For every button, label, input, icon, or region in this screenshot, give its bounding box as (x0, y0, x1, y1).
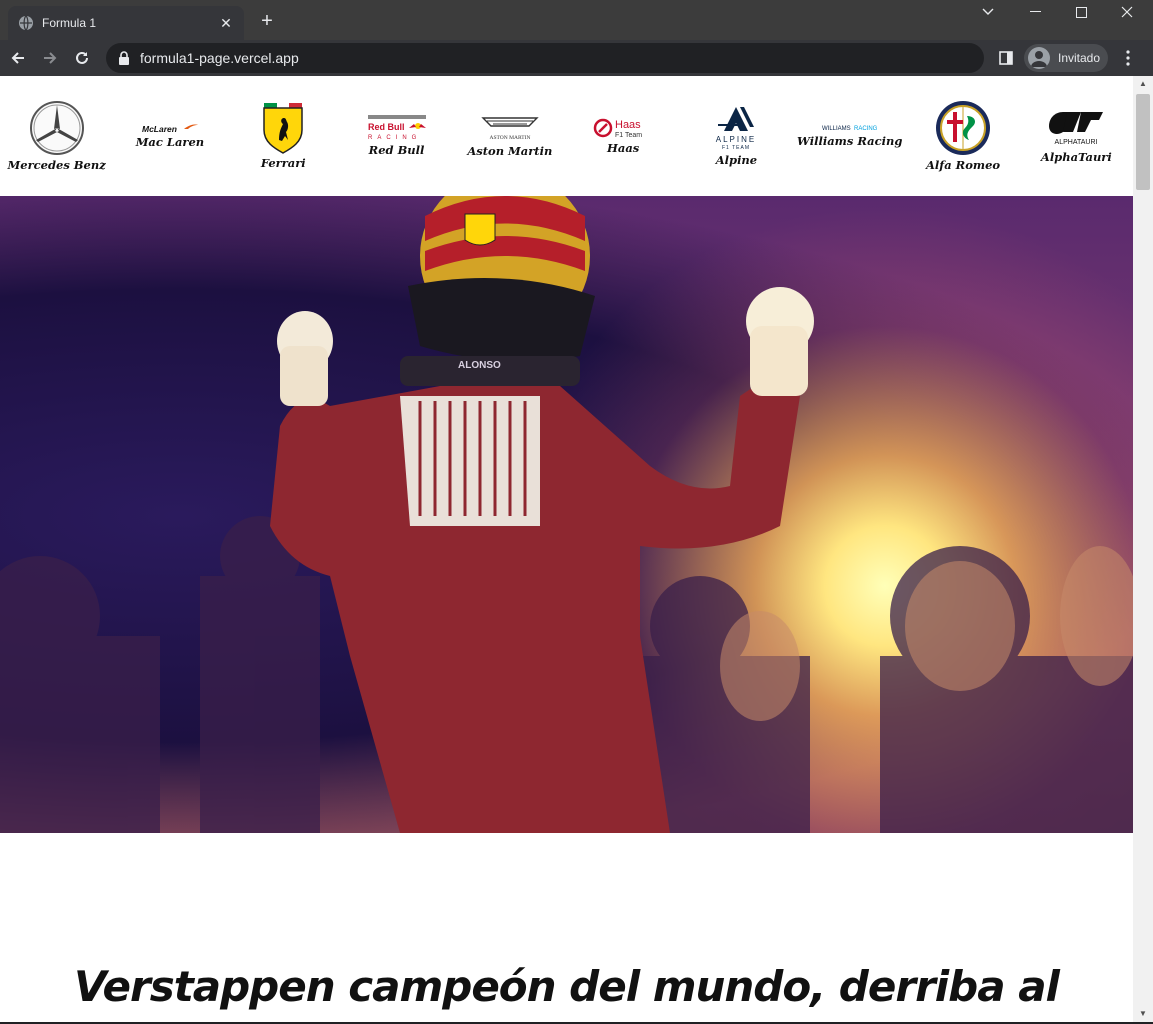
team-name: Aston Martin (467, 144, 553, 158)
svg-text:RACING: RACING (368, 135, 421, 141)
teams-nav: Mercedes Benz McLaren Mac Laren Ferrari … (0, 76, 1133, 196)
williams-logo: WILLIAMS RACING (820, 124, 880, 132)
svg-text:ALONSO: ALONSO (458, 360, 501, 371)
scroll-down-arrow-icon[interactable]: ▼ (1133, 1006, 1153, 1022)
team-alpine[interactable]: ALPINE F1 TEAM Alpine (680, 76, 793, 196)
team-name: Ferrari (260, 156, 306, 170)
svg-text:WILLIAMS: WILLIAMS (822, 126, 851, 132)
forward-button[interactable] (36, 44, 64, 72)
team-ferrari[interactable]: Ferrari (227, 76, 340, 196)
profile-button[interactable]: Invitado (1024, 44, 1108, 72)
close-tab-icon[interactable]: ✕ (218, 15, 234, 32)
scrollbar-thumb[interactable] (1136, 94, 1150, 190)
team-haas[interactable]: Haas F1 Team Haas (566, 76, 679, 196)
side-panel-icon[interactable] (992, 44, 1020, 72)
aston-martin-wings-logo: ASTON MARTIN (481, 114, 539, 142)
scroll-up-arrow-icon[interactable]: ▲ (1133, 76, 1153, 92)
team-name: Alpine (715, 153, 758, 167)
team-aston-martin[interactable]: ASTON MARTIN Aston Martin (453, 76, 566, 196)
alphatauri-logo: ALPHATAURI (1047, 108, 1105, 148)
team-name: Haas (607, 141, 640, 155)
haas-logo: Haas F1 Team (593, 117, 653, 139)
svg-text:McLaren: McLaren (142, 124, 177, 133)
hero-image: ALONSO (0, 196, 1133, 833)
lock-icon[interactable] (118, 51, 132, 65)
svg-text:ALPINE: ALPINE (716, 135, 756, 144)
svg-text:Haas: Haas (615, 119, 641, 131)
team-name: Red Bull (368, 143, 425, 157)
redbull-racing-logo: Red Bull RACING (367, 115, 426, 141)
minimize-button[interactable] (1012, 0, 1058, 24)
team-mclaren[interactable]: McLaren Mac Laren (113, 76, 226, 196)
team-name: Mac Laren (135, 135, 205, 149)
mclaren-logo: McLaren (140, 123, 200, 133)
driver-celebration-illustration: ALONSO (0, 196, 1133, 833)
browser-title-bar: Formula 1 ✕ + (0, 0, 1153, 40)
team-name: Mercedes Benz (7, 158, 106, 172)
maximize-button[interactable] (1058, 0, 1104, 24)
article-headline: Verstappen campeón del mundo, derriba al (74, 962, 1060, 1011)
mercedes-star-logo (29, 100, 85, 156)
close-window-button[interactable] (1104, 0, 1150, 24)
svg-text:ALPHATAURI: ALPHATAURI (1055, 139, 1098, 146)
back-button[interactable] (4, 44, 32, 72)
team-alfa-romeo[interactable]: Alfa Romeo (906, 76, 1019, 196)
profile-name: Invitado (1058, 51, 1101, 65)
page-viewport: Mercedes Benz McLaren Mac Laren Ferrari … (0, 76, 1133, 1022)
page-scrollbar[interactable]: ▲ ▼ (1133, 76, 1153, 1022)
globe-icon (18, 15, 34, 31)
tab-title: Formula 1 (42, 16, 97, 30)
menu-kebab-icon[interactable] (1114, 44, 1142, 72)
tab-search-icon[interactable] (965, 0, 1011, 24)
svg-text:RACING: RACING (854, 126, 878, 132)
alpine-logo: ALPINE F1 TEAM (706, 105, 766, 151)
avatar-icon (1028, 47, 1050, 69)
browser-tab[interactable]: Formula 1 ✕ (8, 6, 244, 40)
svg-text:F1 Team: F1 Team (615, 132, 642, 139)
new-tab-button[interactable]: + (256, 10, 278, 32)
svg-text:F1 TEAM: F1 TEAM (722, 145, 750, 151)
team-name: Alfa Romeo (925, 158, 1001, 172)
team-williams[interactable]: WILLIAMS RACING Williams Racing (793, 76, 906, 196)
team-alphatauri[interactable]: ALPHATAURI AlphaTauri (1020, 76, 1133, 196)
browser-toolbar: formula1-page.vercel.app Invitado (0, 40, 1153, 76)
team-redbull[interactable]: Red Bull RACING Red Bull (340, 76, 453, 196)
svg-text:Red Bull: Red Bull (368, 122, 405, 132)
team-mercedes[interactable]: Mercedes Benz (0, 76, 113, 196)
alfa-romeo-badge-logo (935, 100, 991, 156)
address-bar[interactable]: formula1-page.vercel.app (106, 43, 984, 73)
reload-button[interactable] (68, 44, 96, 72)
url-text: formula1-page.vercel.app (140, 50, 299, 66)
team-name: AlphaTauri (1040, 150, 1112, 164)
ferrari-shield-logo (263, 102, 303, 154)
svg-text:ASTON MARTIN: ASTON MARTIN (489, 135, 530, 141)
team-name: Williams Racing (797, 134, 903, 148)
